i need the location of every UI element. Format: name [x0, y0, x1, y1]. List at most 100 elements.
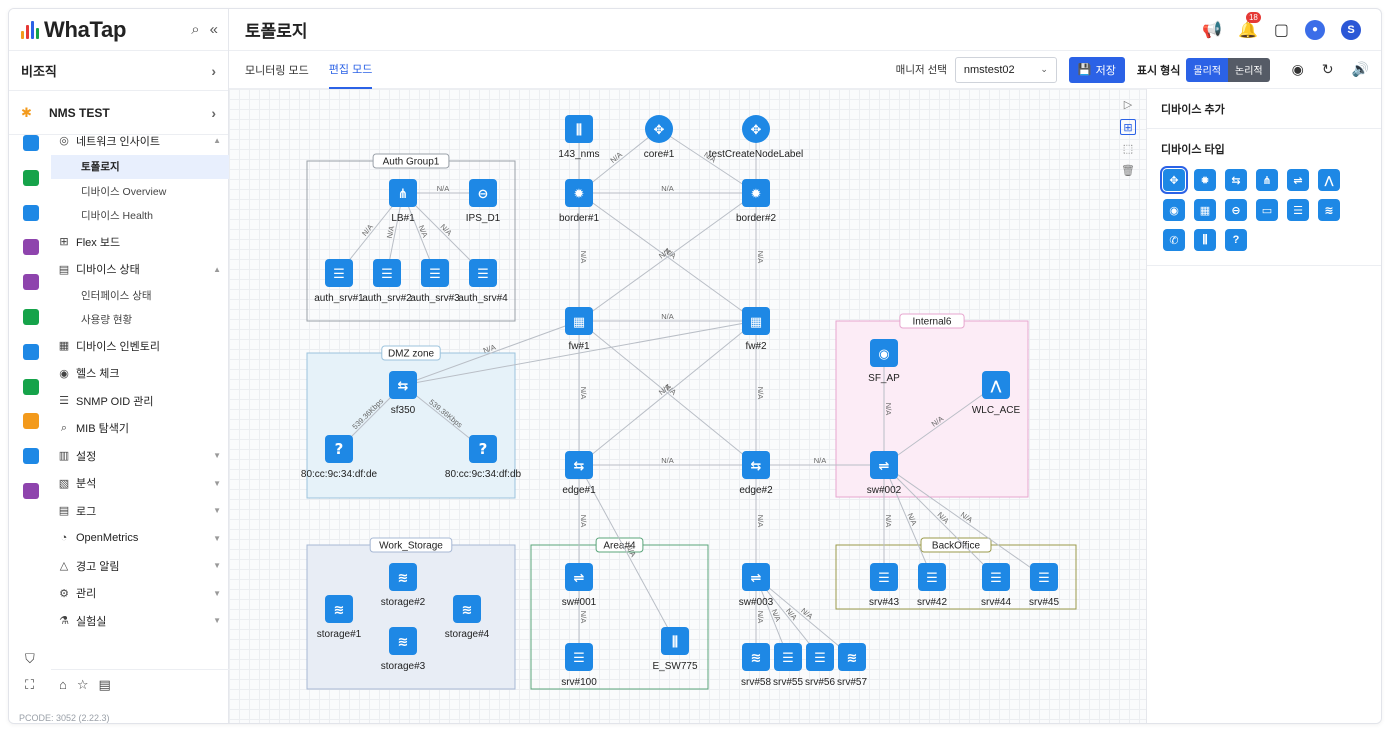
router-type-icon[interactable]: ✥: [1160, 166, 1188, 194]
topology-node[interactable]: ☰ srv#43: [869, 563, 899, 608]
topology-node[interactable]: ✹ border#1: [559, 179, 599, 224]
bell-icon[interactable]: 🔔 18: [1238, 11, 1261, 40]
topology-node[interactable]: ⇆ edge#2: [739, 451, 773, 496]
menu-subitem[interactable]: 디바이스 Overview: [51, 179, 229, 204]
menu-item[interactable]: ◉ 헬스 체크: [51, 360, 229, 388]
menu-item[interactable]: ◔ OpenMetrics ▼: [51, 525, 229, 553]
eye-icon[interactable]: ◉: [1292, 61, 1304, 78]
ips-type-icon[interactable]: ⊖: [1225, 199, 1247, 221]
firewall-type-icon[interactable]: ▦: [1194, 199, 1216, 221]
ids-type-icon[interactable]: ▭: [1256, 199, 1278, 221]
fullscreen-icon[interactable]: ⛶: [25, 677, 34, 693]
product-icon[interactable]: [23, 343, 39, 360]
refresh-icon[interactable]: ↻: [1322, 61, 1334, 78]
loadbalancer-type-icon[interactable]: ⋔: [1256, 169, 1278, 191]
switch-l2-type-icon[interactable]: ⇌: [1287, 169, 1309, 191]
product-icon[interactable]: [23, 413, 39, 430]
topology-node[interactable]: ⇆ edge#1: [562, 451, 596, 496]
storage-type-icon[interactable]: ≋: [1318, 199, 1340, 221]
avatar[interactable]: S: [1341, 19, 1361, 40]
topology-node[interactable]: ✥ core#1: [644, 115, 675, 160]
home-icon[interactable]: ⌂: [59, 677, 67, 693]
topology-node[interactable]: ☰ auth_srv#4: [458, 259, 508, 304]
menu-item[interactable]: ▦ 디바이스 인벤토리: [51, 332, 229, 360]
topology-node[interactable]: ☰ auth_srv#3: [410, 259, 460, 304]
tab-edit-mode[interactable]: 편집 모드: [328, 51, 373, 89]
manager-select[interactable]: nmstest02 ⌄: [954, 56, 1057, 83]
save-button[interactable]: 💾 저장: [1068, 56, 1125, 83]
megaphone-icon[interactable]: 📢: [1202, 20, 1222, 40]
topology-node[interactable]: ☰ auth_srv#1: [314, 259, 364, 304]
product-icon[interactable]: [23, 274, 39, 291]
topology-node[interactable]: ≋ srv#57: [837, 643, 867, 688]
menu-item[interactable]: ◎ 네트워크 인사이트 ▲: [51, 127, 229, 155]
search-icon[interactable]: ⌕: [191, 21, 199, 38]
topology-node[interactable]: ≋ srv#58: [741, 643, 771, 688]
menu-subitem[interactable]: 인터페이스 상태: [51, 283, 229, 308]
trash-icon[interactable]: 🗑: [1120, 163, 1136, 179]
topology-canvas[interactable]: Auth Group1 DMZ zone Internal6 Work_Storage…: [229, 89, 1146, 724]
product-icon[interactable]: [23, 169, 39, 186]
display-physical-option[interactable]: 물리적: [1186, 57, 1228, 82]
area-select-icon[interactable]: ⬚: [1120, 141, 1136, 157]
menu-item[interactable]: ▧ 분석 ▼: [51, 470, 229, 498]
display-logical-option[interactable]: 논리적: [1228, 57, 1270, 82]
switch-type-icon[interactable]: ⇆: [1225, 169, 1247, 191]
topology-svg[interactable]: Auth Group1 DMZ zone Internal6 Work_Storage…: [229, 89, 1146, 724]
tab-monitoring-mode[interactable]: 모니터링 모드: [245, 51, 309, 89]
menu-subitem[interactable]: 사용량 현황: [51, 308, 229, 333]
info-icon[interactable]: ▢: [1274, 20, 1289, 40]
ap-type-icon[interactable]: ◉: [1163, 199, 1185, 221]
menu-item[interactable]: ⚗ 실험실 ▼: [51, 607, 229, 635]
topology-node[interactable]: ✹ border#2: [736, 179, 776, 224]
product-icon[interactable]: [23, 482, 39, 499]
topology-node[interactable]: ⇌ sw#001: [562, 563, 597, 608]
topology-node[interactable]: ✥ testCreateNodeLabel: [709, 115, 804, 160]
topology-node[interactable]: ⇌ sw#002: [867, 451, 902, 496]
topology-node[interactable]: ☰ auth_srv#2: [362, 259, 412, 304]
switch-l3-type-icon[interactable]: ✹: [1194, 169, 1216, 191]
history-icon[interactable]: ▤: [99, 677, 111, 693]
topology-node[interactable]: ▦ fw#2: [742, 307, 770, 352]
e-switch-type-icon[interactable]: ⫼: [1194, 229, 1216, 251]
menu-item[interactable]: ☰ SNMP OID 관리: [51, 387, 229, 415]
paint-icon[interactable]: ⛉: [25, 651, 35, 667]
topology-node[interactable]: ⫼ E_SW775: [652, 627, 698, 672]
speaker-icon[interactable]: 🔊: [1352, 61, 1369, 78]
collapse-icon[interactable]: «: [210, 21, 218, 38]
topology-node[interactable]: ☰ srv#42: [917, 563, 947, 608]
add-node-icon[interactable]: ⊞: [1120, 119, 1136, 135]
org-selector[interactable]: 비조직 ›: [9, 51, 228, 91]
topology-node[interactable]: ☰ srv#44: [981, 563, 1011, 608]
pointer-icon[interactable]: ▷: [1120, 97, 1136, 113]
topology-node[interactable]: ⫼ 143_nms: [558, 115, 600, 160]
menu-item[interactable]: ⊞ Flex 보드: [51, 228, 229, 256]
product-icon[interactable]: [23, 239, 39, 256]
topology-node[interactable]: ⋔ LB#1: [389, 179, 417, 224]
topology-node[interactable]: ☰ srv#55: [773, 643, 803, 688]
menu-item[interactable]: ▤ 로그 ▼: [51, 497, 229, 525]
server-type-icon[interactable]: ☰: [1287, 199, 1309, 221]
product-icon[interactable]: [23, 378, 39, 395]
topology-node[interactable]: ⇆ sf350: [389, 371, 417, 416]
topology-node[interactable]: ⇌ sw#003: [739, 563, 774, 608]
menu-item[interactable]: ▤ 디바이스 상태 ▲: [51, 256, 229, 284]
topology-node[interactable]: ☰ srv#45: [1029, 563, 1059, 608]
phone-type-icon[interactable]: ✆: [1163, 229, 1185, 251]
topology-node[interactable]: ◉ SF_AP: [868, 339, 900, 384]
product-icon[interactable]: [23, 204, 39, 221]
topology-link[interactable]: [755, 576, 853, 658]
topology-node[interactable]: ☰ srv#56: [805, 643, 835, 688]
product-icon[interactable]: [23, 308, 39, 325]
product-icon[interactable]: [23, 448, 39, 465]
menu-item[interactable]: ⚙ 관리 ▼: [51, 580, 229, 608]
assistant-icon[interactable]: ●: [1305, 19, 1325, 40]
topology-node[interactable]: ⊖ IPS_D1: [466, 179, 501, 224]
product-icon[interactable]: [23, 135, 39, 151]
menu-subitem[interactable]: 토폴로지: [51, 154, 229, 179]
wlc-type-icon[interactable]: ⋀: [1318, 169, 1340, 191]
topology-node[interactable]: ☰ srv#100: [561, 643, 597, 688]
topology-node[interactable]: ▦ fw#1: [565, 307, 593, 352]
star-icon[interactable]: ☆: [77, 677, 89, 693]
menu-subitem[interactable]: 디바이스 Health: [51, 204, 229, 229]
